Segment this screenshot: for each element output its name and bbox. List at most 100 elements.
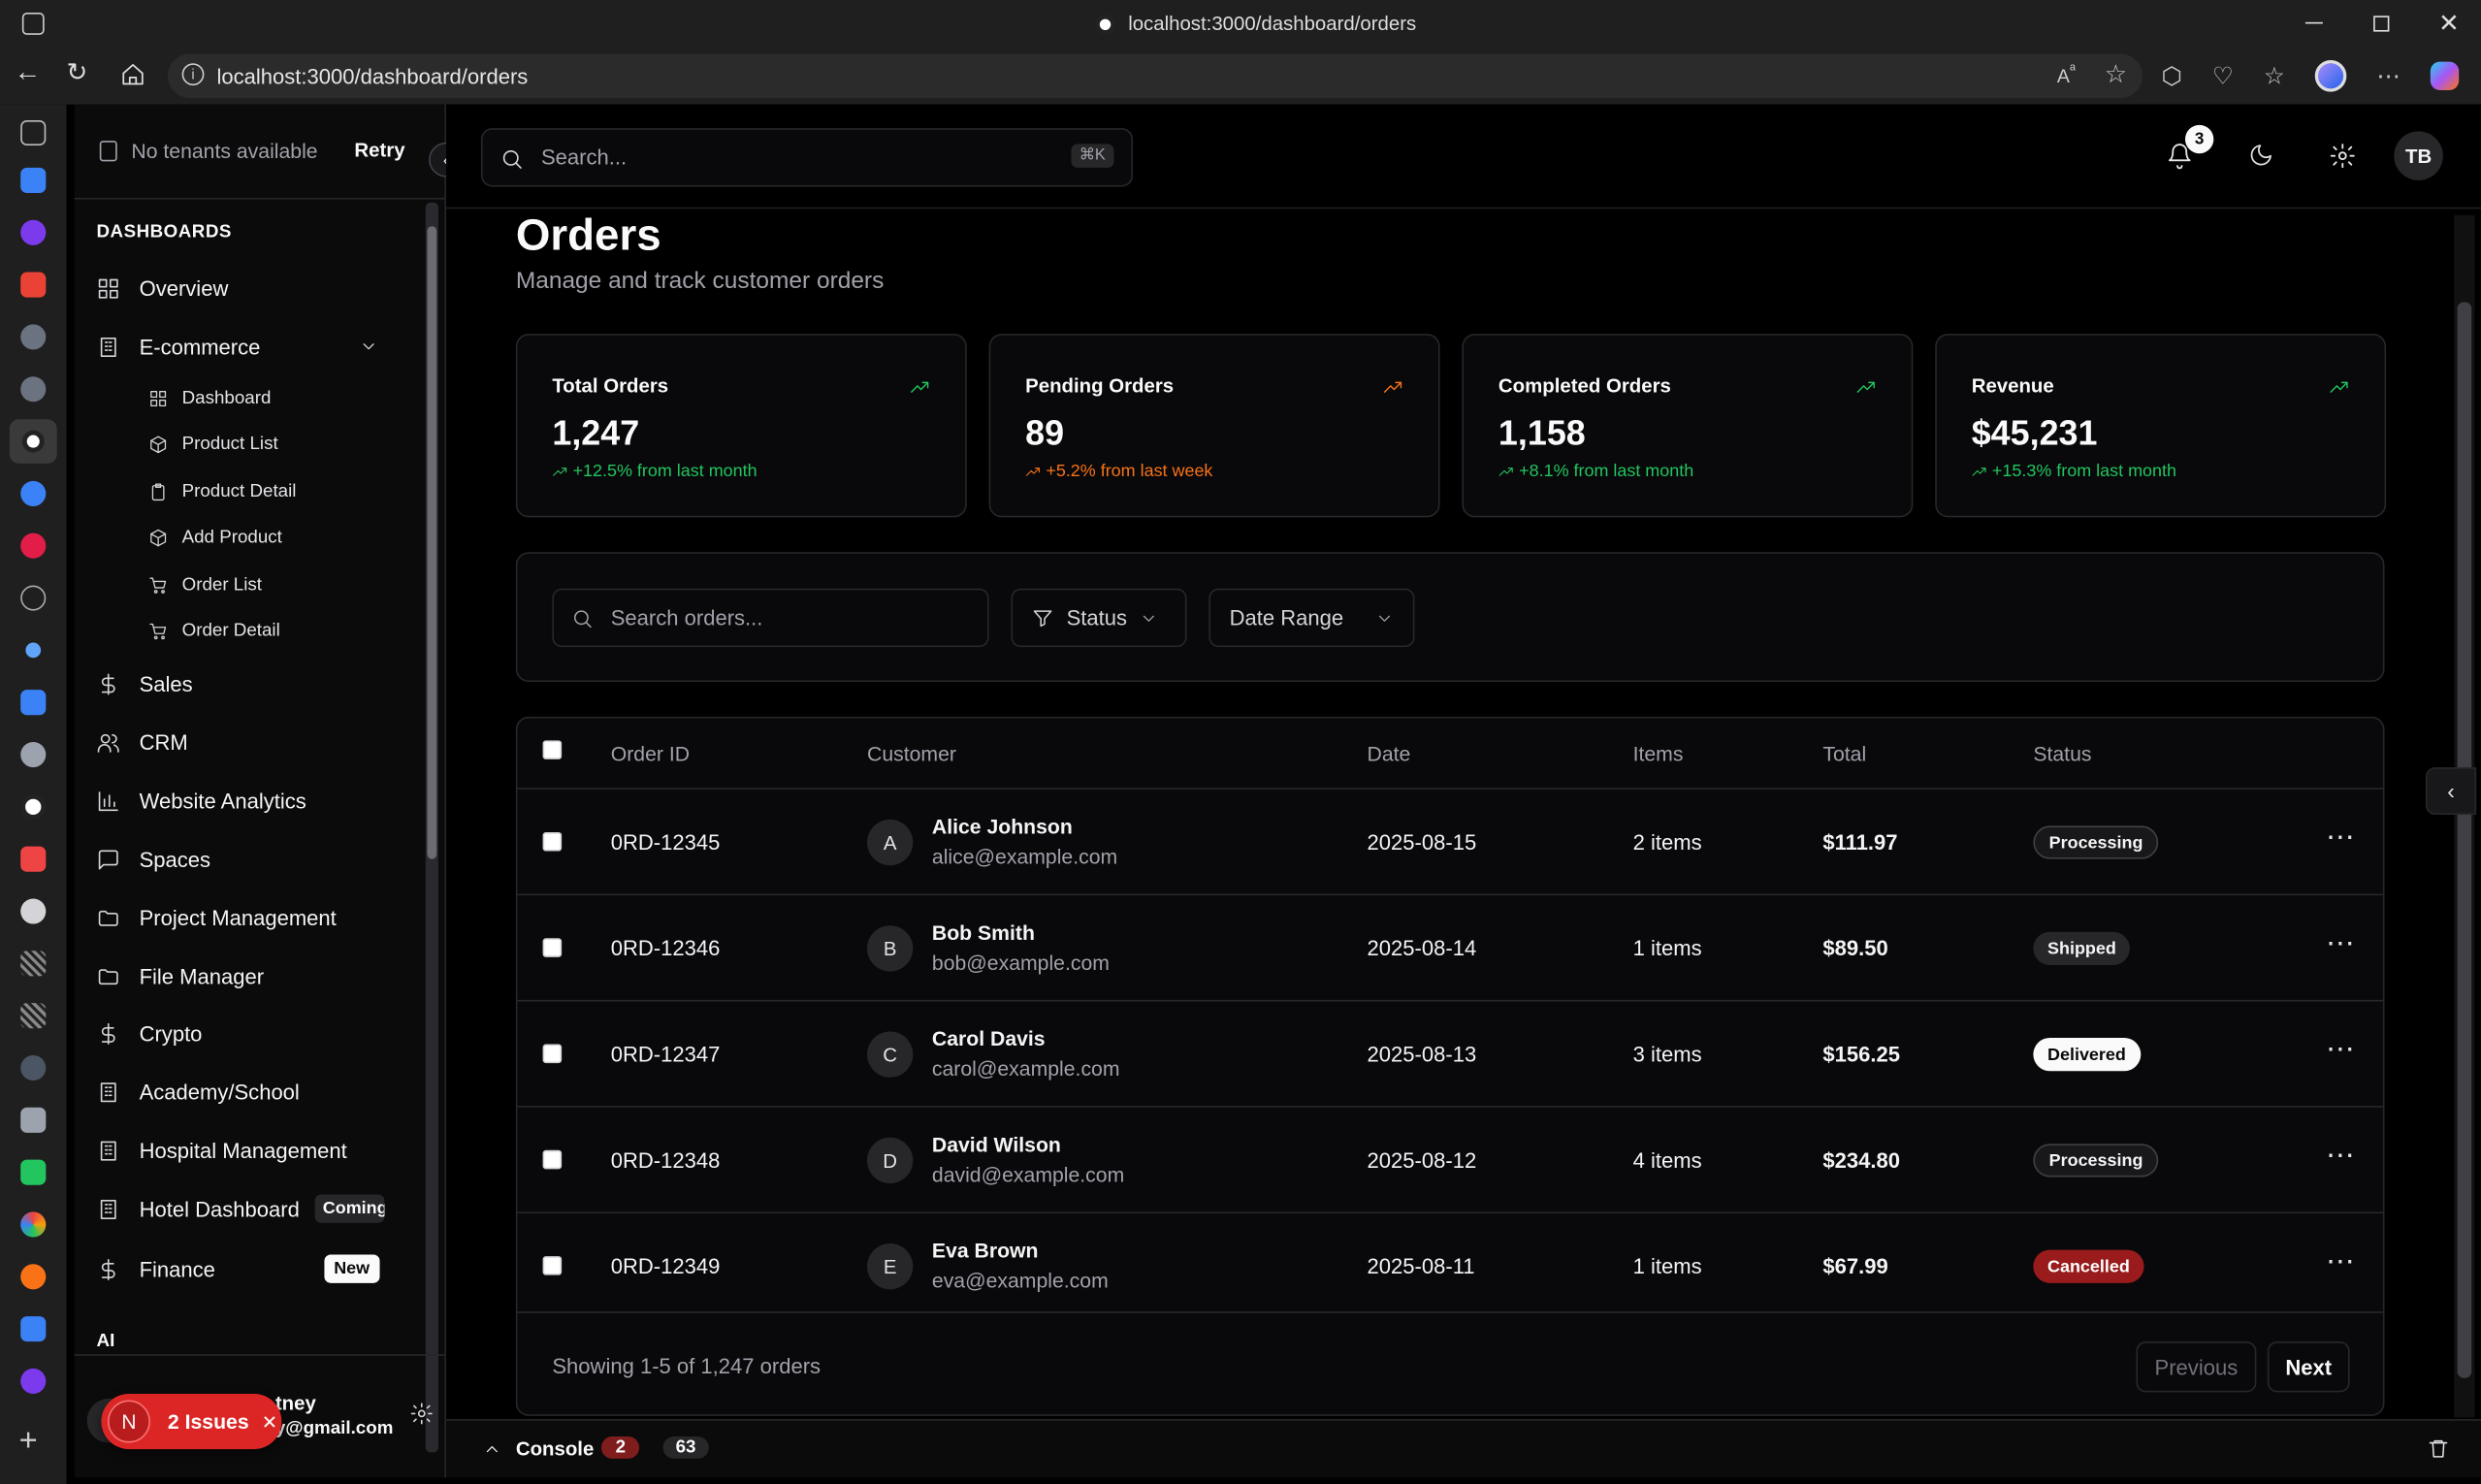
sidebar-item-hospital-management[interactable]: Hospital Management xyxy=(97,1126,347,1174)
next-page-button[interactable]: Next xyxy=(2267,1341,2350,1393)
sidebar-item-crm[interactable]: CRM xyxy=(97,719,188,766)
close-window-icon[interactable]: ✕ xyxy=(2438,8,2460,40)
tab-favicon-icon[interactable] xyxy=(20,532,47,559)
sidebar-subitem-product-list[interactable]: Product List xyxy=(148,426,278,464)
order-id[interactable]: 0RD-12348 xyxy=(611,1148,721,1172)
main-scrollbar[interactable] xyxy=(2454,214,2475,1418)
back-icon[interactable]: ← xyxy=(15,57,42,89)
row-checkbox[interactable] xyxy=(542,938,563,957)
favorite-star-icon[interactable]: ☆ xyxy=(2105,58,2127,90)
tab-favicon-icon[interactable] xyxy=(20,324,47,350)
tab-favicon-icon[interactable] xyxy=(20,1159,47,1185)
table-row[interactable]: 0RD-12347 C Carol Davis carol@example.co… xyxy=(517,999,2383,1106)
sidebar-subitem-order-detail[interactable]: Order Detail xyxy=(148,612,280,650)
profile-icon[interactable] xyxy=(2314,59,2347,92)
tab-favicon-icon[interactable] xyxy=(25,642,42,659)
minimize-icon[interactable] xyxy=(2304,21,2323,24)
tab-favicon-icon[interactable] xyxy=(20,690,47,716)
user-settings-icon[interactable] xyxy=(410,1402,434,1425)
status-filter-dropdown[interactable]: Status xyxy=(1011,588,1187,648)
chevron-up-icon[interactable] xyxy=(483,1439,502,1459)
settings-gear-icon[interactable] xyxy=(2329,143,2356,170)
tab-favicon-icon[interactable] xyxy=(20,1316,47,1342)
row-checkbox[interactable] xyxy=(542,1044,563,1064)
more-icon[interactable]: ⋯ xyxy=(2376,62,2400,90)
tab-favicon-icon[interactable] xyxy=(20,376,47,403)
column-header-date[interactable]: Date xyxy=(1368,742,1411,765)
tab-favicon-icon[interactable] xyxy=(20,1368,47,1394)
tab-favicon-icon[interactable] xyxy=(20,219,47,245)
sidebar-scrollbar[interactable] xyxy=(425,202,438,1453)
site-info-icon[interactable]: i xyxy=(181,63,205,86)
issues-toast[interactable]: N 2 Issues ✕ xyxy=(101,1393,282,1450)
row-checkbox[interactable] xyxy=(542,1149,563,1170)
sidebar-item-crypto[interactable]: Crypto xyxy=(97,1010,202,1057)
sidebar-subitem-product-detail[interactable]: Product Detail xyxy=(148,473,296,511)
tab-actions-icon[interactable] xyxy=(20,119,47,146)
sidebar-item-spaces[interactable]: Spaces xyxy=(97,835,210,883)
tab-favicon-icon[interactable] xyxy=(20,1107,47,1133)
row-actions-more-icon[interactable]: ⋯ xyxy=(2326,1033,2354,1066)
sidebar-item-website-analytics[interactable]: Website Analytics xyxy=(97,777,306,824)
sidebar-item-hotel-dashboard[interactable]: Hotel Dashboard Coming xyxy=(97,1185,385,1233)
order-id[interactable]: 0RD-12349 xyxy=(611,1254,721,1277)
chevron-down-icon[interactable] xyxy=(359,337,378,356)
photos-icon[interactable] xyxy=(20,1211,47,1238)
tab-favicon-icon[interactable] xyxy=(20,741,47,768)
sidebar-subitem-dashboard[interactable]: Dashboard xyxy=(148,379,271,417)
sidebar-item-file-manager[interactable]: File Manager xyxy=(97,952,264,1000)
expand-right-panel-button[interactable]: ‹ xyxy=(2425,767,2477,816)
order-id[interactable]: 0RD-12346 xyxy=(611,937,721,960)
tab-favicon-icon[interactable] xyxy=(20,1003,47,1029)
read-aloud-icon[interactable]: Aᵃ xyxy=(2057,62,2076,87)
sidebar-item-sales[interactable]: Sales xyxy=(97,660,193,707)
youtube-icon[interactable] xyxy=(20,846,47,872)
orders-search-input[interactable]: Search orders... xyxy=(552,588,989,648)
new-tab-icon[interactable]: + xyxy=(19,1424,38,1461)
console-toggle[interactable]: Console xyxy=(516,1438,594,1461)
global-search-input[interactable]: Search... ⌘K xyxy=(480,128,1134,187)
gmail-icon[interactable] xyxy=(20,272,47,298)
tab-favicon-icon[interactable] xyxy=(20,1054,47,1081)
table-row[interactable]: 0RD-12346 B Bob Smith bob@example.com 20… xyxy=(517,893,2383,1000)
table-row[interactable]: 0RD-12345 A Alice Johnson alice@example.… xyxy=(517,788,2383,893)
address-bar[interactable]: i localhost:3000/dashboard/orders Aᵃ ☆ xyxy=(167,53,2143,99)
column-header-items[interactable]: Items xyxy=(1633,742,1684,765)
trash-icon[interactable] xyxy=(2428,1436,2450,1460)
sidebar-item-project-management[interactable]: Project Management xyxy=(97,894,337,942)
retry-button[interactable]: Retry xyxy=(354,140,404,162)
sidebar-item-finance[interactable]: Finance New xyxy=(97,1245,379,1293)
table-row[interactable]: 0RD-12348 D David Wilson david@example.c… xyxy=(517,1106,2383,1211)
globe-icon[interactable] xyxy=(20,585,47,611)
sidebar-subitem-order-list[interactable]: Order List xyxy=(148,566,262,604)
performance-icon[interactable]: ♡ xyxy=(2212,62,2234,90)
copilot-icon[interactable] xyxy=(2430,61,2460,90)
row-actions-more-icon[interactable]: ⋯ xyxy=(2326,822,2354,855)
tab-favicon-icon[interactable] xyxy=(20,167,47,193)
order-id[interactable]: 0RD-12345 xyxy=(611,830,721,854)
close-toast-icon[interactable]: ✕ xyxy=(262,1410,277,1433)
row-actions-more-icon[interactable]: ⋯ xyxy=(2326,1139,2354,1172)
extensions-icon[interactable]: ⬡ xyxy=(2161,62,2181,90)
refresh-icon[interactable]: ↻ xyxy=(67,57,88,89)
sidebar-subitem-add-product[interactable]: Add Product xyxy=(148,519,282,557)
github-icon[interactable] xyxy=(20,898,47,924)
home-icon[interactable] xyxy=(120,62,145,87)
tab-favicon-icon[interactable] xyxy=(20,951,47,977)
row-actions-more-icon[interactable]: ⋯ xyxy=(2326,927,2354,960)
tab-favicon-icon[interactable] xyxy=(20,480,47,506)
column-header-order-id[interactable]: Order ID xyxy=(611,742,690,765)
favorites-icon[interactable]: ☆ xyxy=(2264,62,2285,90)
sidebar-item-overview[interactable]: Overview xyxy=(97,264,228,311)
date-range-dropdown[interactable]: Date Range xyxy=(1208,588,1415,648)
column-header-status[interactable]: Status xyxy=(2033,742,2091,765)
column-header-total[interactable]: Total xyxy=(1822,742,1866,765)
user-avatar-topbar[interactable]: TB xyxy=(2394,131,2443,180)
workspaces-icon[interactable] xyxy=(21,13,45,35)
table-row[interactable]: 0RD-12349 E Eva Brown eva@example.com 20… xyxy=(517,1211,2383,1317)
theme-toggle-moon-icon[interactable] xyxy=(2248,143,2273,168)
sidebar-item-academy-school[interactable]: Academy/School xyxy=(97,1068,300,1115)
row-checkbox[interactable] xyxy=(542,831,563,852)
select-all-checkbox[interactable] xyxy=(542,740,563,759)
previous-page-button[interactable]: Previous xyxy=(2136,1341,2257,1393)
